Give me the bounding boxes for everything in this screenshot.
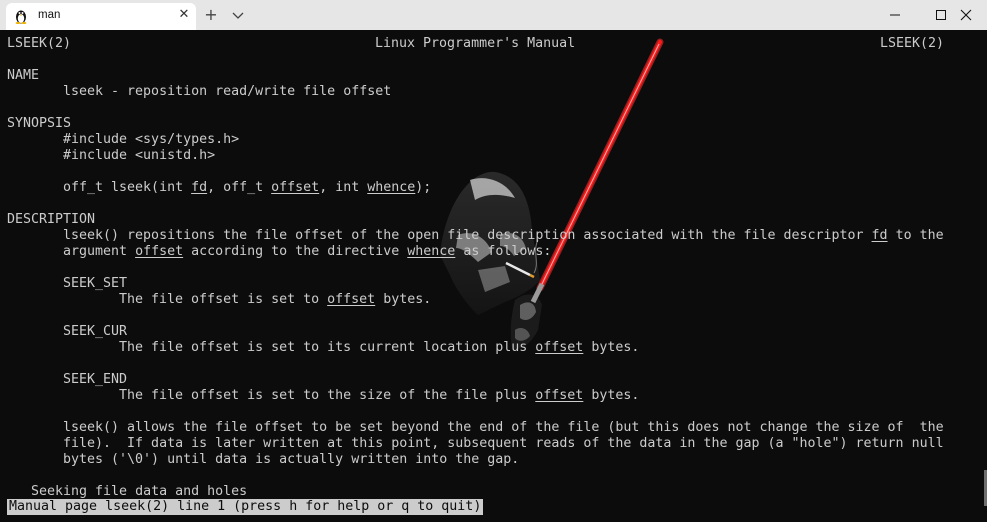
param-offset: offset — [271, 180, 320, 195]
title-bar: man ✕ + — [0, 0, 987, 30]
tab-title: man — [38, 9, 61, 21]
window-close-icon — [960, 9, 972, 21]
terminal-area[interactable]: LSEEK(2) Linux Programmer's Manual LSEEK… — [0, 30, 987, 522]
chevron-down-icon[interactable] — [230, 6, 246, 24]
param-fd: fd — [871, 228, 888, 243]
function-prototype: off_t lseek(int fd, off_t offset, int wh… — [63, 180, 431, 196]
seek-end-label: SEEK_END — [63, 372, 128, 387]
minimize-button[interactable] — [872, 0, 918, 30]
tab-man[interactable]: man ✕ — [6, 3, 196, 30]
description-line-1: lseek() repositions the file offset of t… — [63, 228, 944, 244]
seek-set-label: SEEK_SET — [63, 276, 128, 291]
proto-text: , int — [319, 180, 368, 195]
subsection-heading: Seeking file data and holes — [31, 484, 248, 499]
paragraph-line-1: lseek() allows the file offset to be set… — [63, 420, 944, 435]
paragraph-line-2: file). If data is later written at this … — [63, 436, 944, 451]
param-whence: whence — [367, 180, 416, 195]
param-fd: fd — [191, 180, 208, 195]
new-tab-button[interactable]: + — [202, 6, 220, 24]
description-line-2: argument offset according to the directi… — [63, 244, 551, 260]
seek-end-description: The file offset is set to the size of th… — [119, 388, 639, 404]
include-line-2: #include <unistd.h> — [63, 148, 216, 163]
desc-text: argument — [63, 244, 136, 259]
proto-text: ); — [415, 180, 432, 195]
param-whence: whence — [407, 244, 456, 259]
desc-text: The file offset is set to the size of th… — [119, 388, 536, 403]
proto-text: off_t lseek(int — [63, 180, 192, 195]
proto-text: , off_t — [207, 180, 272, 195]
desc-text: bytes. — [583, 388, 640, 403]
section-heading-synopsis: SYNOPSIS — [7, 116, 72, 131]
man-header-right: LSEEK(2) — [880, 36, 945, 51]
include-line-1: #include <sys/types.h> — [63, 132, 240, 147]
param-offset: offset — [535, 388, 584, 403]
desc-text: to the — [887, 228, 944, 243]
section-heading-description: DESCRIPTION — [7, 212, 96, 227]
desc-text: as follows: — [455, 244, 552, 259]
desc-text: The file offset is set to its current lo… — [119, 340, 536, 355]
linux-penguin-icon — [15, 10, 27, 24]
desc-text: bytes. — [375, 292, 432, 307]
paragraph-line-3: bytes ('\0') until data is actually writ… — [63, 452, 520, 467]
desc-text: bytes. — [583, 340, 640, 355]
man-header-center: Linux Programmer's Manual — [375, 36, 576, 51]
seek-cur-description: The file offset is set to its current lo… — [119, 340, 639, 356]
window-close-button[interactable] — [943, 0, 987, 30]
man-header-left: LSEEK(2) — [7, 36, 72, 51]
param-offset: offset — [535, 340, 584, 355]
seek-cur-label: SEEK_CUR — [63, 324, 128, 339]
name-text: lseek - reposition read/write file offse… — [63, 84, 392, 99]
minimize-icon — [890, 14, 900, 16]
desc-text: The file offset is set to — [119, 292, 328, 307]
desc-text: lseek() repositions the file offset of t… — [63, 228, 872, 243]
desc-text: according to the directive — [183, 244, 408, 259]
section-heading-name: NAME — [7, 68, 40, 83]
seek-set-description: The file offset is set to offset bytes. — [119, 292, 431, 308]
param-offset: offset — [327, 292, 376, 307]
param-offset: offset — [135, 244, 184, 259]
pager-status-line: Manual page lseek(2) line 1 (press h for… — [7, 499, 484, 515]
close-icon[interactable]: ✕ — [176, 7, 192, 23]
